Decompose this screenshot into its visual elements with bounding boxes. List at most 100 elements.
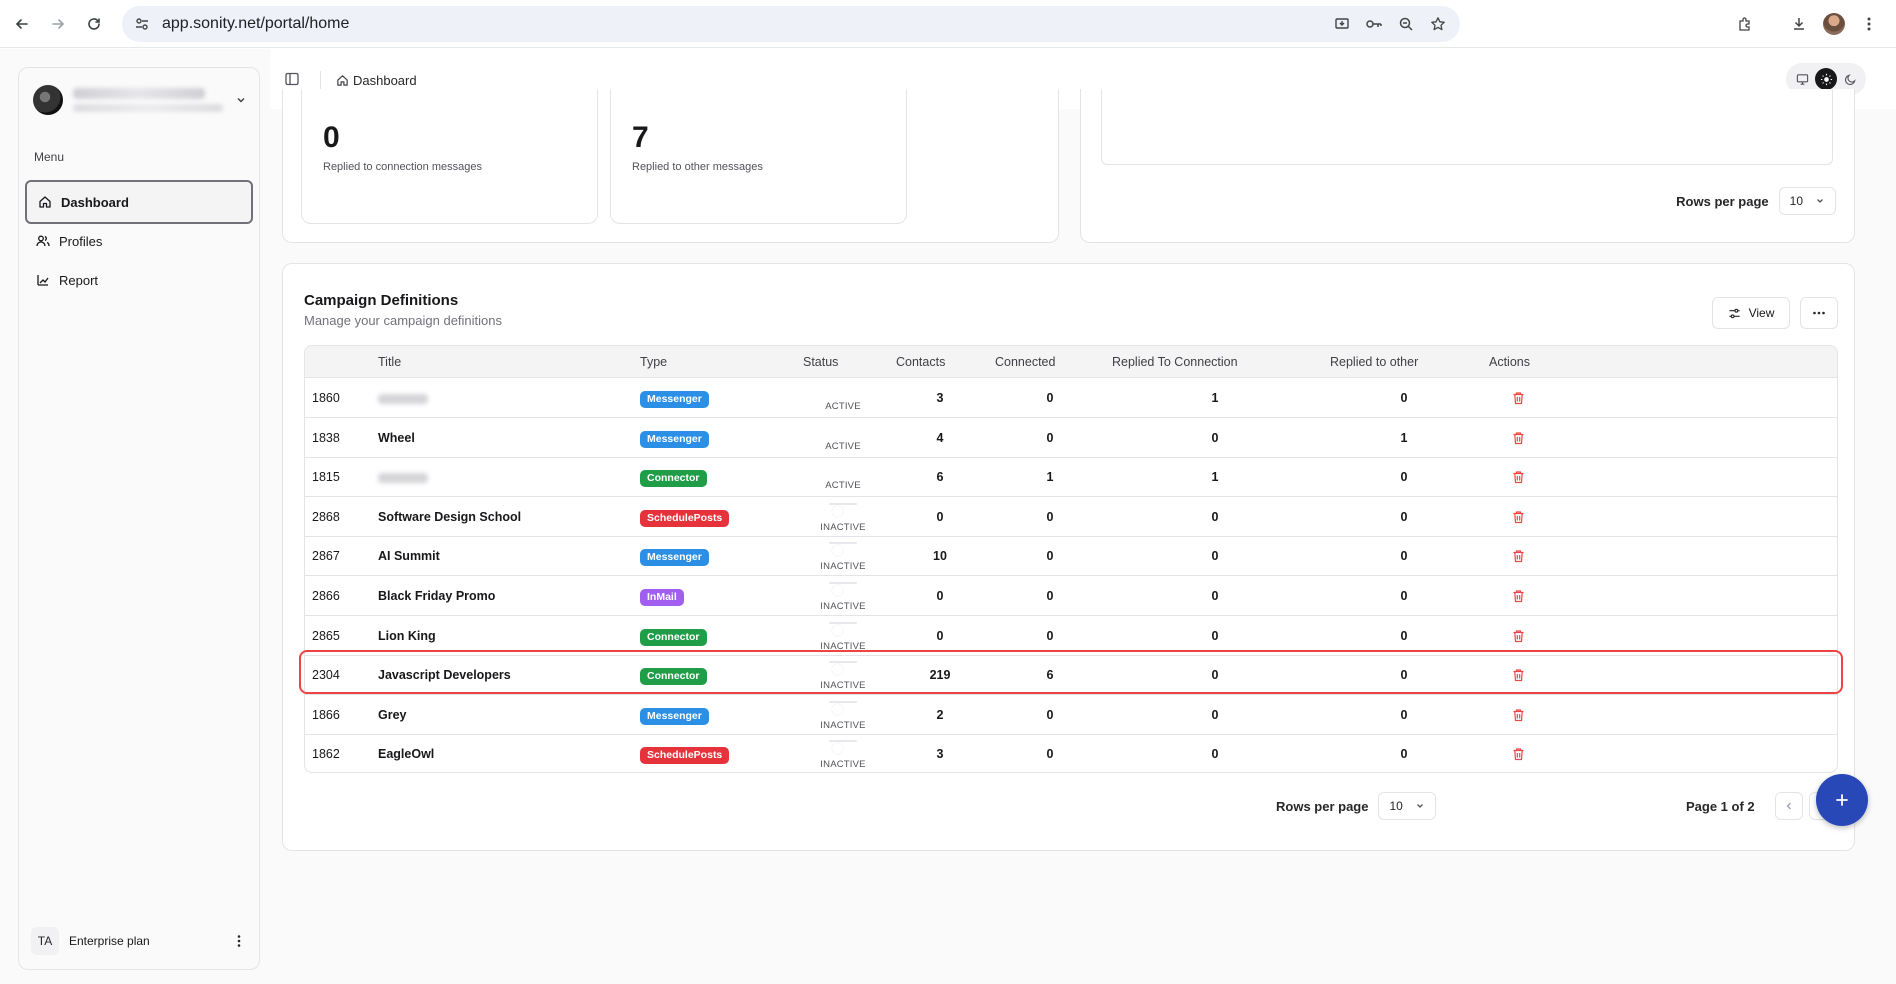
table-row[interactable]: 1866 Grey Messenger INACTIVE 2 0 0 0 [305,695,1837,735]
status-cell: ACTIVE [823,424,863,454]
status-toggle[interactable] [829,542,857,557]
section-subtitle: Manage your campaign definitions [304,313,503,328]
status-toggle[interactable] [829,582,857,596]
delete-icon[interactable] [1512,470,1526,484]
more-horizontal-icon [1812,311,1826,315]
table-row[interactable]: 2868 Software Design School SchedulePosts I… [305,497,1837,537]
table-row[interactable]: 1815 Connector ACTIVE 6 1 1 0 [305,457,1837,498]
type-badge: Connector [640,469,707,488]
type-badge: SchedulePosts [640,509,730,527]
campaign-title[interactable]: AI Summit [378,536,440,576]
status-toggle[interactable] [829,700,857,715]
replied-connection-count: 0 [1211,668,1219,683]
status-cell: INACTIVE [820,740,866,770]
moon-icon[interactable] [1839,68,1861,90]
replied-connection-count: 1 [1211,470,1219,485]
campaign-title[interactable]: Wheel [378,418,415,458]
breadcrumb-label: Dashboard [353,72,417,88]
view-options-button[interactable]: View [1712,297,1790,329]
sidebar-item-profiles[interactable]: Profiles [25,219,253,263]
install-app-icon[interactable] [1332,14,1352,34]
delete-icon[interactable] [1512,391,1526,405]
type-badge: Messenger [640,430,709,448]
more-vertical-icon[interactable] [231,933,247,949]
status-toggle[interactable] [829,661,857,676]
account-name-redacted [73,88,223,112]
delete-icon[interactable] [1512,431,1526,445]
delete-icon[interactable] [1512,708,1526,722]
prev-page-button[interactable] [1774,792,1803,820]
column-header-connected[interactable]: Connected [995,346,1055,378]
status-toggle[interactable] [829,740,857,755]
table-row[interactable]: 2304 Javascript Developers Connector INACTI… [305,655,1837,696]
replied-connection-count: 0 [1211,747,1219,762]
delete-icon[interactable] [1512,589,1526,603]
table-row[interactable]: 1838 Wheel Messenger ACTIVE 4 0 0 1 [305,418,1837,458]
url-text[interactable]: app.sonity.net/portal/home [162,15,349,33]
campaign-title[interactable]: Software Design School [378,497,521,537]
sidebar-item-report[interactable]: Report [25,258,253,302]
plan-switcher[interactable]: TA Enterprise plan [31,925,247,957]
campaign-title[interactable]: Javascript Developers [378,655,511,695]
rows-per-page-select[interactable]: 10 [1378,792,1436,820]
table-row[interactable]: 2865 Lion King Connector INACTIVE 0 0 0 0 [305,616,1837,656]
sliders-icon [1728,307,1741,320]
delete-icon[interactable] [1512,747,1526,761]
breadcrumb[interactable]: Dashboard [336,69,417,91]
monitor-icon[interactable] [1791,68,1813,90]
campaign-title-redacted [378,457,428,497]
column-header-type[interactable]: Type [640,346,667,378]
chevron-down-icon[interactable] [235,94,247,106]
download-icon[interactable] [1789,14,1809,34]
sidebar-toggle-icon[interactable] [284,71,302,89]
rows-per-page-select[interactable]: 10 [1778,187,1836,215]
delete-icon[interactable] [1512,668,1526,682]
column-header-contacts[interactable]: Contacts [896,346,945,378]
campaign-title[interactable]: Lion King [378,616,436,656]
status-cell: ACTIVE [823,463,863,493]
campaign-id: 2865 [312,628,340,643]
type-badge-label: SchedulePosts [640,509,730,527]
table-row[interactable]: 2866 Black Friday Promo InMail INACTIVE 0 0 0 0 [305,576,1837,616]
extensions-icon[interactable] [1735,14,1755,34]
column-header-replied-connection[interactable]: Replied To Connection [1112,346,1238,378]
sun-icon[interactable] [1815,68,1837,90]
replied-other-count: 0 [1400,747,1408,762]
address-bar[interactable]: app.sonity.net/portal/home [122,6,1460,42]
delete-icon[interactable] [1512,549,1526,563]
reload-icon[interactable] [76,6,112,42]
campaign-id: 1838 [312,430,340,445]
contacts-count: 0 [936,509,944,524]
campaign-title[interactable]: EagleOwl [378,734,434,772]
add-campaign-button[interactable] [1816,774,1868,826]
zoom-icon[interactable] [1396,14,1416,34]
table-row[interactable]: 1862 EagleOwl SchedulePosts INACTIVE 3 0 0 0 [305,734,1837,772]
bookmark-star-icon[interactable] [1428,14,1448,34]
browser-menu-icon[interactable] [1859,14,1879,34]
status-toggle[interactable] [829,502,857,517]
toggle-knob [844,425,855,437]
sidebar-item-dashboard[interactable]: Dashboard [25,180,253,224]
table-row[interactable]: 1860 Messenger ACTIVE 3 0 1 0 [305,378,1837,418]
delete-icon[interactable] [1512,629,1526,643]
column-header-replied-other[interactable]: Replied to other [1330,346,1418,378]
password-key-icon[interactable] [1364,14,1384,34]
back-icon[interactable] [4,6,40,42]
campaign-title[interactable]: Black Friday Promo [378,576,495,616]
toggle-knob [832,585,843,596]
table-row[interactable]: 2867 AI Summit Messenger INACTIVE 10 0 0 0 [305,536,1837,577]
chevron-left-icon [1784,801,1794,811]
account-switcher[interactable] [33,82,247,118]
status-toggle[interactable] [829,621,857,636]
campaign-title[interactable]: Grey [378,695,407,735]
delete-icon[interactable] [1512,510,1526,524]
column-header-status[interactable]: Status [803,346,838,378]
column-header-title[interactable]: Title [378,346,401,378]
site-settings-icon[interactable] [132,14,152,34]
replied-connection-count: 0 [1211,589,1219,603]
rows-per-page-value: 10 [1389,799,1403,813]
browser-profile-avatar[interactable] [1823,13,1845,35]
type-badge-label: Connector [640,668,707,686]
more-actions-button[interactable] [1800,297,1838,329]
forward-icon[interactable] [40,6,76,42]
